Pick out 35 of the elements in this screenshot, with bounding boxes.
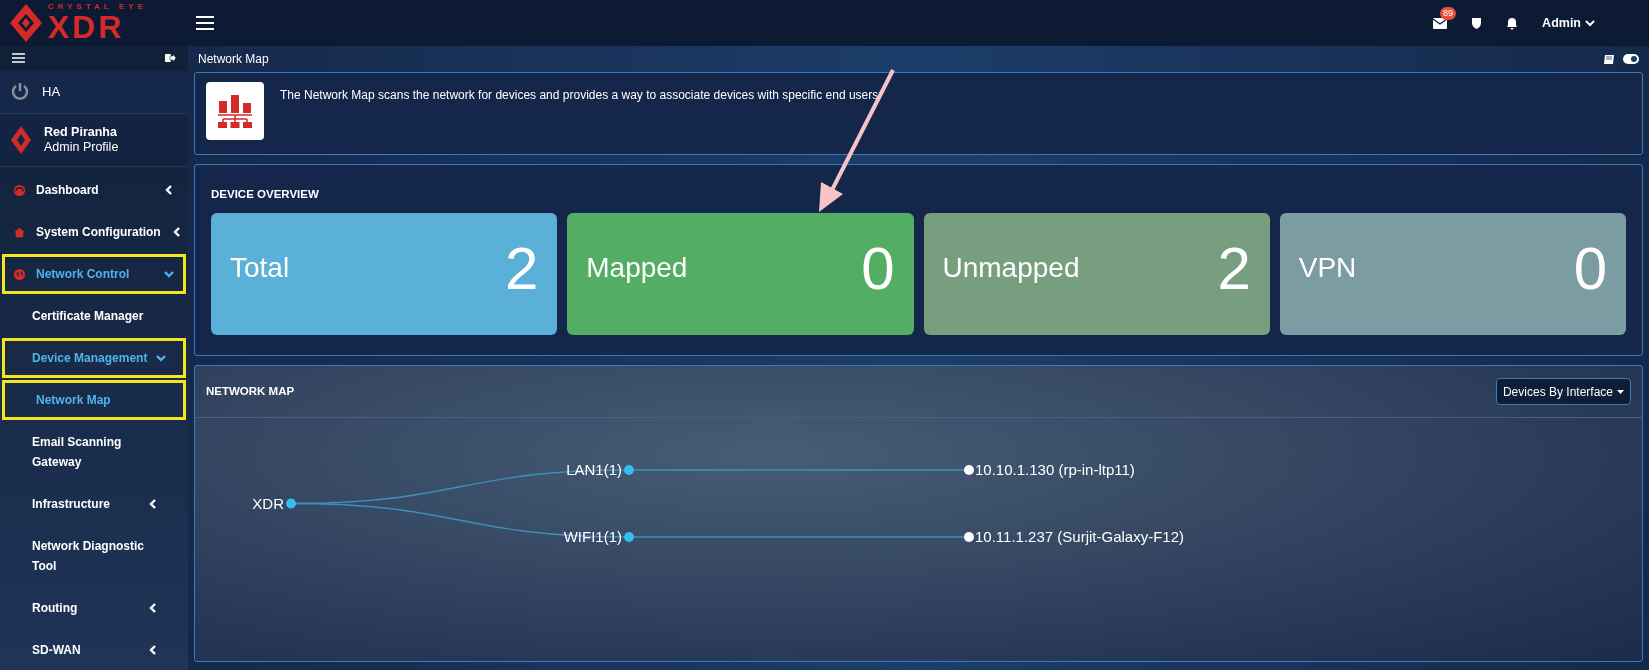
user-menu[interactable]: Admin [1542,13,1595,33]
panel-title: NETWORK MAP [206,384,295,400]
profile-name: Red Piranha [44,124,118,140]
sidebar-item[interactable]: System Configuration [2,212,186,252]
sidebar-item[interactable]: Email Scanning Gateway [2,422,186,482]
stat-count: 2 [504,239,539,300]
stat-label: Total [230,251,290,286]
sidebar-item[interactable]: Device Management [2,338,186,378]
stat-count: 0 [861,239,895,300]
sidebar-item[interactable]: Certificate Manager [2,296,186,336]
notification-count: 89 [1440,6,1457,20]
sidebar-item[interactable]: Network Map [2,380,186,420]
stat-label: Unmapped [942,251,1080,286]
sidebar-item[interactable]: Network Control [2,254,186,294]
stat-label: VPN [1298,251,1357,286]
panel-title: DEVICE OVERVIEW [211,187,320,202]
node-label: LAN1(1) [566,461,622,479]
sidebar-item[interactable]: Dashboard [2,170,186,210]
node-label: 10.11.1.237 (Surjit-Galaxy-F12) [975,528,1184,546]
node-label: WIFI1(1) [563,528,622,546]
ha-label[interactable]: HA [42,82,61,102]
sidebar-item[interactable]: Routing [2,588,186,628]
sidebar-item[interactable]: SD-WAN [2,630,186,670]
page-title: Network Map [198,51,269,68]
logo-text: XDR [48,11,126,43]
stat-label: Mapped [586,251,688,286]
profile-role: Admin Profile [44,139,119,155]
node-label: 10.10.1.130 (rp-in-ltp11) [975,461,1135,479]
logo-tagline: CRYSTAL EYE [48,3,147,11]
node-label: XDR [252,494,284,512]
sidebar-item[interactable]: Network Diagnostic Tool [2,526,186,586]
sidebar-item[interactable]: Infrastructure [2,484,186,524]
stat-count: 0 [1573,239,1607,300]
view-dropdown[interactable]: Devices By Interface [1495,378,1631,406]
stat-count: 2 [1217,239,1251,300]
